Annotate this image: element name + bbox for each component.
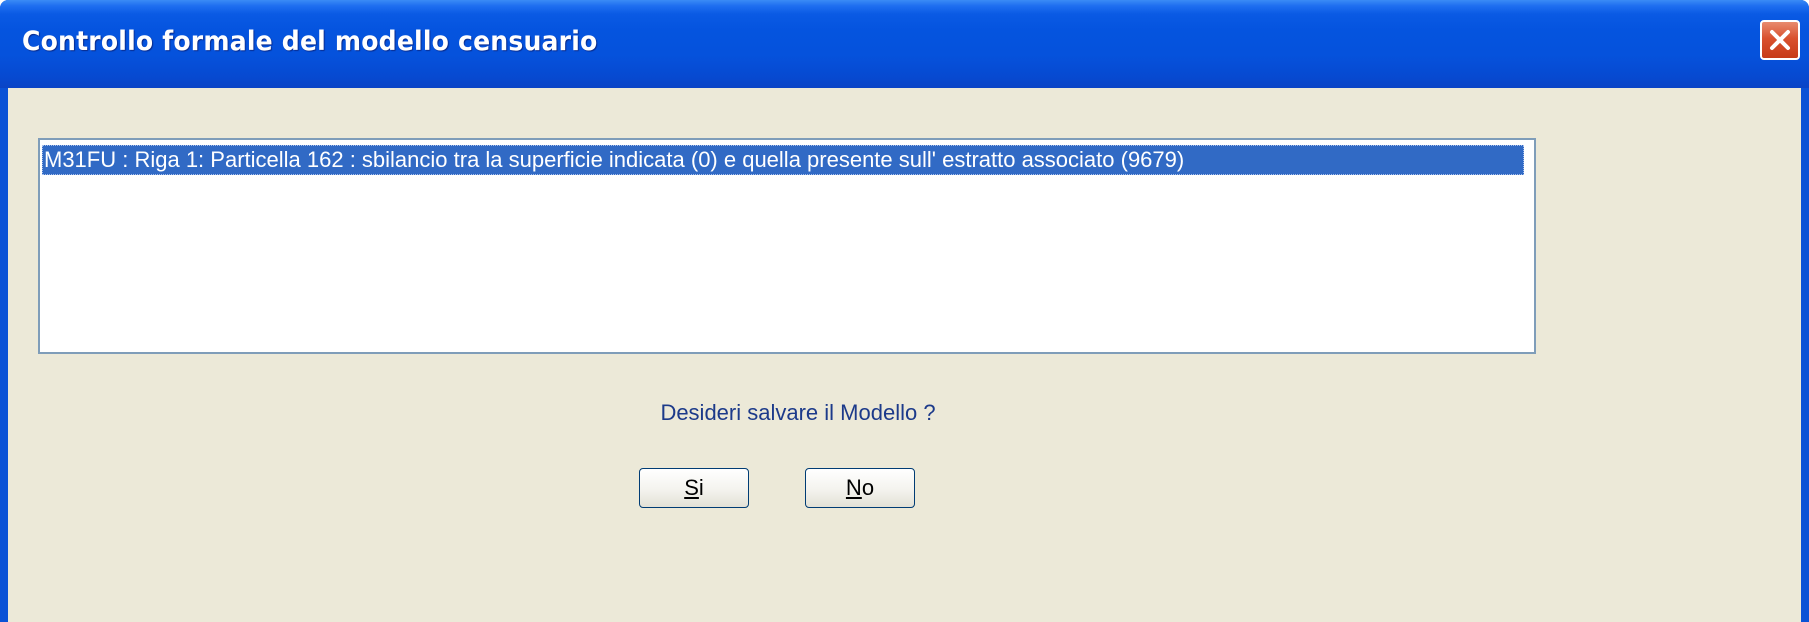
- yes-button[interactable]: Si: [639, 468, 749, 508]
- no-button-mnemonic: N: [845, 475, 862, 500]
- yes-button-label: i: [698, 475, 704, 500]
- no-button-label: o: [861, 475, 875, 500]
- title-bar[interactable]: Controllo formale del modello censuario: [0, 0, 1809, 88]
- no-button[interactable]: No: [805, 468, 915, 508]
- yes-button-mnemonic: S: [684, 475, 699, 500]
- error-listbox[interactable]: M31FU : Riga 1: Particella 162 : sbilanc…: [38, 138, 1536, 354]
- close-button[interactable]: [1760, 20, 1800, 60]
- close-icon: [1770, 30, 1790, 50]
- list-item[interactable]: M31FU : Riga 1: Particella 162 : sbilanc…: [42, 145, 1524, 175]
- window-title: Controllo formale del modello censuario: [22, 26, 598, 57]
- save-prompt: Desideri salvare il Modello ?: [660, 400, 936, 425]
- dialog-window: Controllo formale del modello censuario …: [0, 0, 1809, 622]
- dialog-body: M31FU : Riga 1: Particella 162 : sbilanc…: [8, 88, 1801, 622]
